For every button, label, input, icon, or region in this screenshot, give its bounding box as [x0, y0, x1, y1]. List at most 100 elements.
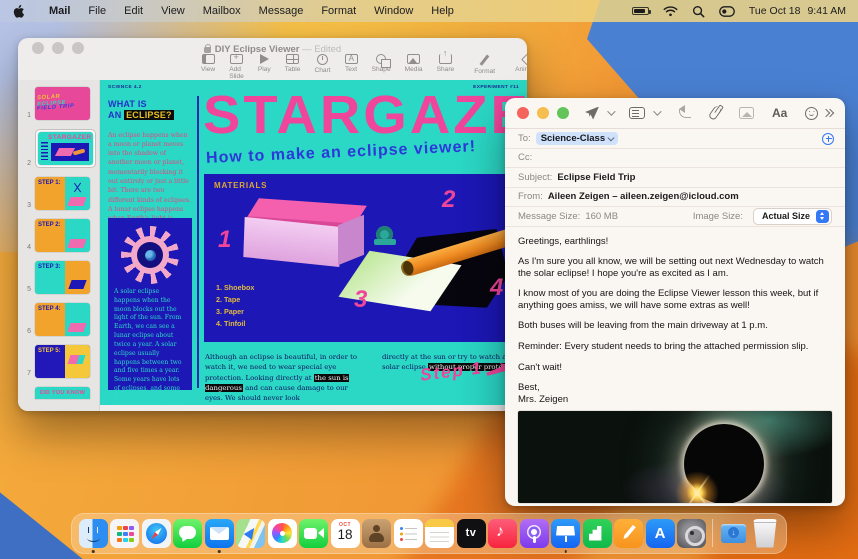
dock-item-photos[interactable]: [267, 518, 297, 548]
dock-item-reminders[interactable]: [393, 518, 423, 548]
wifi-icon[interactable]: [663, 5, 678, 17]
toolbar-add-slide-button[interactable]: Add Slide: [222, 52, 251, 81]
spotlight-search-icon[interactable]: [692, 5, 705, 18]
thumb-text-lines: [41, 142, 48, 160]
menu-message[interactable]: Message: [250, 5, 313, 17]
toolbar-share-button[interactable]: Share: [430, 48, 462, 74]
dock-item-finder[interactable]: [78, 518, 108, 553]
dock-item-podcasts[interactable]: [519, 518, 549, 548]
dock-item-pages[interactable]: [614, 518, 644, 548]
menubar-date[interactable]: Tue Oct 18: [749, 5, 801, 17]
share-icon: [438, 48, 452, 64]
menu-mailbox[interactable]: Mailbox: [194, 5, 250, 17]
slide-number: 7: [27, 370, 31, 377]
menu-format[interactable]: Format: [312, 5, 365, 17]
minimize-button[interactable]: [537, 107, 549, 119]
header-fields-chevron-icon[interactable]: [653, 107, 662, 116]
slide-1-thumbnail[interactable]: SOLAR ECLIPSE FIELD TRIP: [35, 87, 90, 120]
dock-item-calendar[interactable]: OCT 18: [330, 518, 360, 548]
menu-app-name[interactable]: Mail: [40, 5, 79, 17]
emoji-icon[interactable]: [805, 106, 819, 120]
dock-item-facetime[interactable]: [299, 518, 329, 548]
insert-photo-icon[interactable]: [739, 107, 754, 119]
toolbar-chart-button[interactable]: Chart: [307, 53, 337, 75]
toolbar-play-button[interactable]: Play: [251, 53, 278, 74]
slide-thumbnail-row: DID YOU KNOW: [18, 387, 99, 399]
dock-item-keynote[interactable]: [551, 518, 581, 553]
shoebox-side: [338, 214, 364, 266]
slide-number: 1: [27, 112, 31, 119]
header-fields-icon[interactable]: [629, 107, 645, 119]
battery-icon[interactable]: [631, 7, 651, 15]
menu-view[interactable]: View: [152, 5, 194, 17]
dock-item-downloads[interactable]: [719, 518, 749, 548]
dock-item-contacts[interactable]: [362, 518, 392, 548]
dock-item-mail[interactable]: [204, 518, 234, 553]
eclipse-photo-attachment[interactable]: [518, 411, 832, 503]
slide-8-thumbnail[interactable]: DID YOU KNOW: [35, 387, 90, 399]
to-field-row[interactable]: To: Science-Class: [505, 129, 845, 149]
dock-item-maps[interactable]: [236, 518, 266, 548]
subject-field-row[interactable]: Subject: Eclipse Field Trip: [505, 168, 845, 188]
scissors-icon: [72, 182, 82, 192]
slide-thumbnail-row: 5 STEP 3:: [18, 261, 99, 294]
recipient-token[interactable]: Science-Class: [535, 131, 618, 146]
shape-icon: [376, 54, 392, 68]
dock-item-launchpad[interactable]: [110, 518, 140, 548]
attach-icon[interactable]: [707, 104, 723, 122]
message-body[interactable]: Greetings, earthlings! As I'm sure you a…: [505, 227, 845, 406]
menu-help[interactable]: Help: [422, 5, 463, 17]
toolbar-table-button[interactable]: Table: [278, 53, 308, 74]
slide-6-thumbnail[interactable]: STEP 4:: [35, 303, 90, 336]
thumb-materials-box: [51, 143, 89, 161]
slide-thumbnail-row: 4 STEP 2:: [18, 219, 99, 252]
dock-item-appstore[interactable]: A: [645, 518, 675, 548]
send-icon[interactable]: [585, 106, 599, 120]
appletv-icon: tv: [456, 518, 486, 548]
callout-3: 3: [354, 286, 368, 313]
slide-7-thumbnail[interactable]: STEP 5:: [35, 345, 90, 378]
numbers-icon: [582, 518, 612, 548]
slide-canvas[interactable]: SCIENCE 4.2 EXPERIMENT #11 WHAT IS AN EC…: [100, 80, 527, 405]
dock-item-messages[interactable]: [173, 518, 203, 548]
slide-thumbnail-row: 3 STEP 1:: [18, 177, 99, 210]
dock-item-notes[interactable]: [425, 518, 455, 548]
toolbar-format-button[interactable]: Format: [467, 53, 502, 76]
dock-item-trash[interactable]: [750, 518, 780, 548]
menu-window[interactable]: Window: [365, 5, 422, 17]
slide-5-thumbnail[interactable]: STEP 3:: [35, 261, 90, 294]
dock-item-numbers[interactable]: [582, 518, 612, 548]
toolbar-text-button[interactable]: Text: [338, 53, 365, 74]
slide-2-thumbnail-selected[interactable]: STARGAZER: [38, 132, 93, 165]
menu-file[interactable]: File: [79, 5, 115, 17]
launchpad-icon: [110, 518, 139, 548]
toolbar-view-button[interactable]: View: [194, 53, 222, 74]
slide-3-thumbnail[interactable]: STEP 1:: [35, 177, 90, 210]
toolbar-shape-button[interactable]: Shape: [365, 53, 398, 74]
format-icon[interactable]: Aa: [772, 106, 787, 120]
add-recipient-button[interactable]: [822, 132, 834, 145]
dock-item-safari[interactable]: [141, 518, 171, 548]
menubar-time[interactable]: 9:41 AM: [807, 5, 846, 17]
close-button[interactable]: [517, 107, 529, 119]
from-field-row[interactable]: From: Aileen Zeigen – aileen.zeigen@iclo…: [505, 188, 845, 208]
reply-icon[interactable]: [679, 104, 691, 118]
zoom-button[interactable]: [557, 107, 569, 119]
dock-item-appletv[interactable]: tv: [456, 518, 486, 548]
apple-menu-icon[interactable]: [12, 4, 26, 18]
toolbar-media-button[interactable]: Media: [398, 53, 430, 74]
dock-item-music[interactable]: [488, 518, 518, 548]
send-options-chevron-icon[interactable]: [607, 107, 616, 116]
cc-field-row[interactable]: Cc:: [505, 149, 845, 169]
format-icon: [479, 54, 490, 66]
thumb-box: [67, 197, 87, 206]
slide-thumbnail-row: 2 STARGAZER: [18, 129, 99, 168]
control-center-icon[interactable]: [719, 5, 735, 17]
more-icon[interactable]: [821, 108, 835, 118]
toolbar-animate-button[interactable]: Animate: [508, 53, 527, 74]
tape-illustration: [374, 226, 396, 245]
dock-item-settings[interactable]: [677, 518, 707, 548]
slide-4-thumbnail[interactable]: STEP 2:: [35, 219, 90, 252]
menu-edit[interactable]: Edit: [115, 5, 152, 17]
image-size-select[interactable]: Actual Size: [752, 207, 832, 225]
